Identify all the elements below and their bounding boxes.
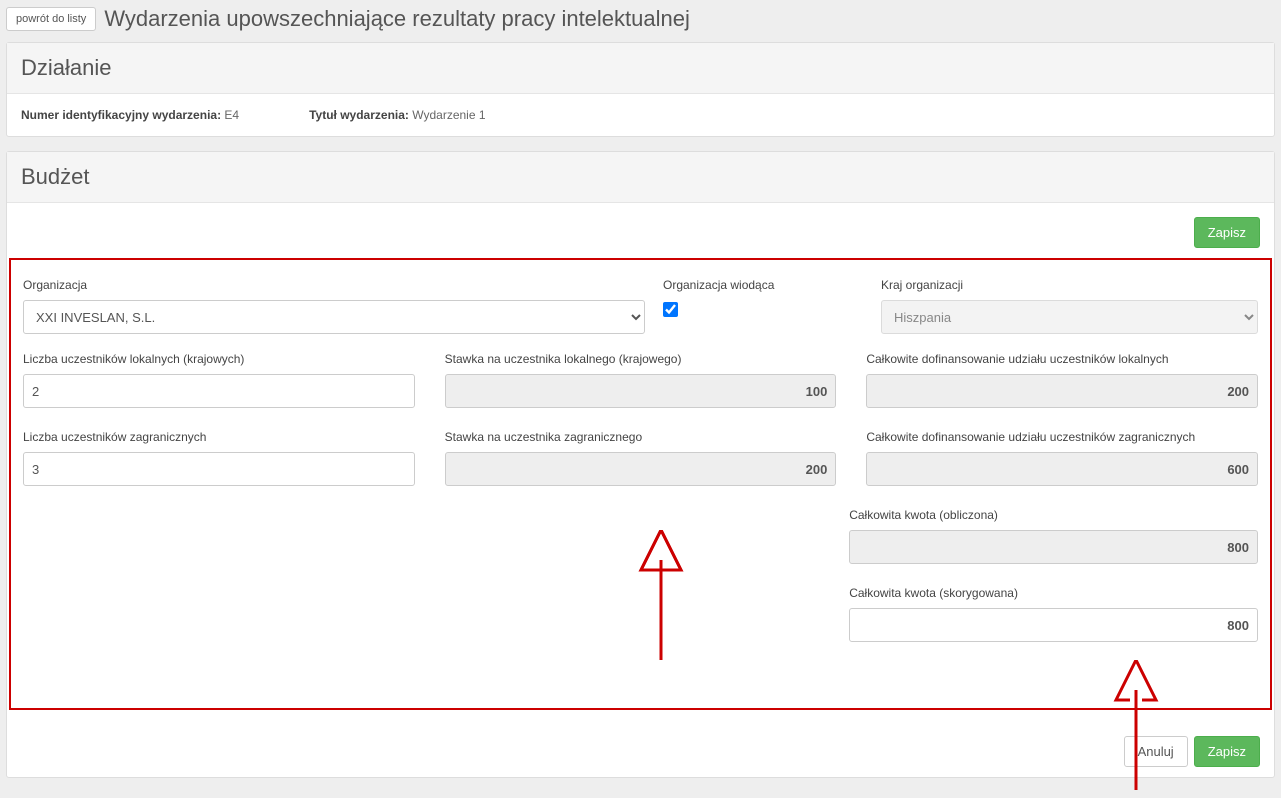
organization-label: Organizacja xyxy=(23,278,645,292)
budget-panel: Budżet Zapisz Organizacja XXI INVESLAN, … xyxy=(6,151,1275,778)
foreign-total-label: Całkowite dofinansowanie udziału uczestn… xyxy=(866,430,1258,444)
local-rate-label: Stawka na uczestnika lokalnego (krajoweg… xyxy=(445,352,837,366)
total-calculated-label: Całkowita kwota (obliczona) xyxy=(849,508,1258,522)
organization-select[interactable]: XXI INVESLAN, S.L. xyxy=(23,300,645,334)
leading-org-checkbox[interactable] xyxy=(663,302,678,317)
total-adjusted-label: Całkowita kwota (skorygowana) xyxy=(849,586,1258,600)
action-panel-heading: Działanie xyxy=(7,43,1274,94)
save-button-top[interactable]: Zapisz xyxy=(1194,217,1260,248)
foreign-count-label: Liczba uczestników zagranicznych xyxy=(23,430,415,444)
foreign-count-input[interactable] xyxy=(23,452,415,486)
total-adjusted-input[interactable] xyxy=(849,608,1258,642)
local-total-label: Całkowite dofinansowanie udziału uczestn… xyxy=(866,352,1258,366)
foreign-total-input xyxy=(866,452,1258,486)
local-total-input xyxy=(866,374,1258,408)
foreign-rate-label: Stawka na uczestnika zagranicznego xyxy=(445,430,837,444)
org-country-select: Hiszpania xyxy=(881,300,1258,334)
leading-org-label: Organizacja wiodąca xyxy=(663,278,863,292)
budget-panel-heading: Budżet xyxy=(7,152,1274,203)
cancel-button[interactable]: Anuluj xyxy=(1124,736,1188,767)
action-panel: Działanie Numer identyfikacyjny wydarzen… xyxy=(6,42,1275,137)
foreign-rate-input xyxy=(445,452,837,486)
local-count-label: Liczba uczestników lokalnych (krajowych) xyxy=(23,352,415,366)
local-rate-input xyxy=(445,374,837,408)
back-to-list-button[interactable]: powrót do listy xyxy=(6,7,96,31)
event-id-value: E4 xyxy=(224,108,239,122)
event-id-label: Numer identyfikacyjny wydarzenia: xyxy=(21,108,221,122)
budget-form-area: Organizacja XXI INVESLAN, S.L. Organizac… xyxy=(9,258,1272,710)
local-count-input[interactable] xyxy=(23,374,415,408)
total-calculated-input xyxy=(849,530,1258,564)
event-title-value: Wydarzenie 1 xyxy=(412,108,485,122)
org-country-label: Kraj organizacji xyxy=(881,278,1258,292)
save-button-bottom[interactable]: Zapisz xyxy=(1194,736,1260,767)
page-title: Wydarzenia upowszechniające rezultaty pr… xyxy=(104,6,690,32)
event-title-label: Tytuł wydarzenia: xyxy=(309,108,409,122)
annotation-arrow-icon xyxy=(631,530,691,660)
